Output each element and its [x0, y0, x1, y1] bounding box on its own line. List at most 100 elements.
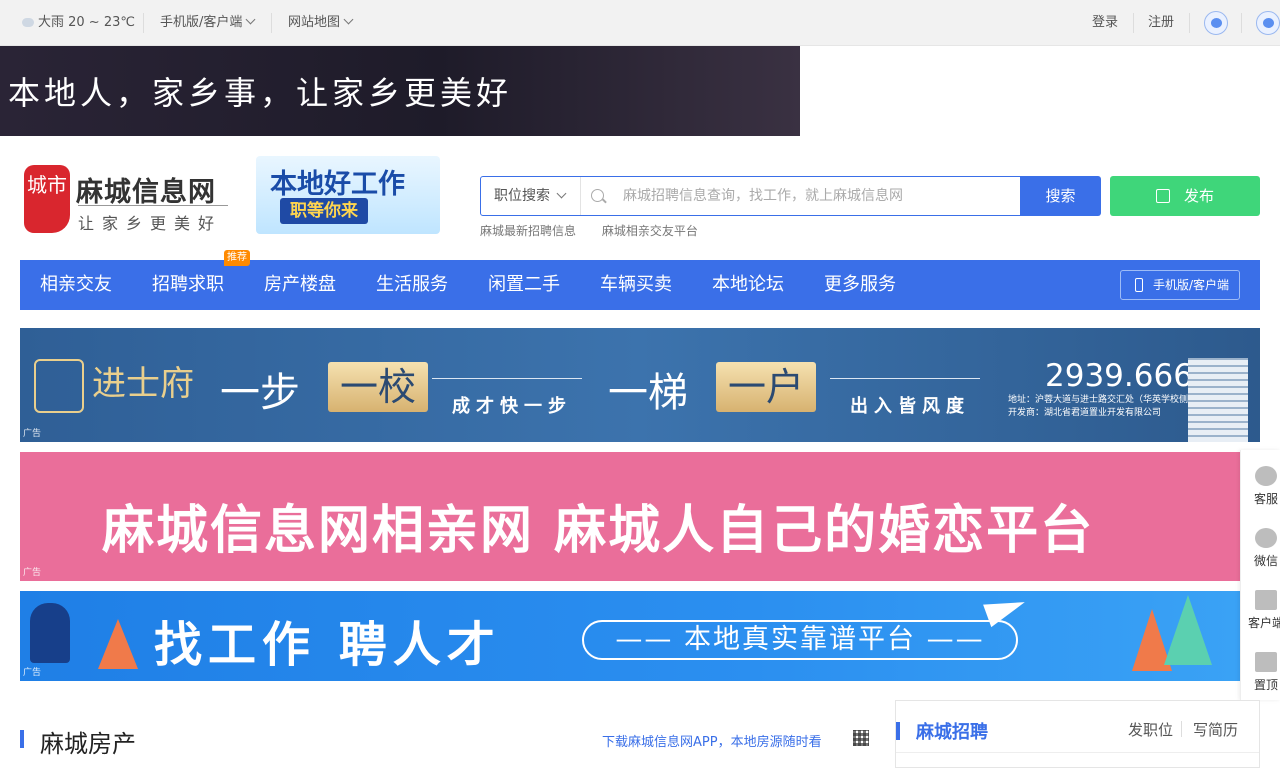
recommend-badge: 推荐: [224, 250, 250, 266]
edit-icon: [1156, 189, 1170, 203]
publish-button[interactable]: 发布: [1110, 176, 1260, 216]
nav-item-secondhand[interactable]: 闲置二手: [488, 260, 560, 310]
building-image: [1188, 358, 1248, 442]
publish-label: 发布: [1184, 187, 1215, 205]
ad-slogan-word: 一步: [220, 370, 300, 416]
chevron-down-icon: [343, 14, 354, 25]
mobile-client-label: 手机版/客户端: [1153, 278, 1230, 292]
side-toolbar: 客服 微信 客户端 置顶: [1240, 450, 1280, 700]
ad-developer-line: 开发商：湖北省君道置业开发有限公司: [1008, 408, 1162, 418]
divider: [1181, 721, 1182, 737]
side-tool-label: 微信: [1254, 554, 1279, 568]
chevron-down-icon: [245, 14, 256, 25]
sitemap-label: 网站地图: [288, 15, 341, 30]
login-link[interactable]: 登录: [1092, 0, 1118, 46]
site-name[interactable]: 麻城信息网: [76, 170, 216, 209]
wechat-icon: [1255, 528, 1277, 548]
chevron-down-icon: [556, 188, 567, 199]
weather-widget[interactable]: 大雨 20 ~ 23℃: [22, 0, 135, 46]
job-badge-subtitle: 职等你来: [280, 198, 368, 224]
ad-divider: [432, 378, 582, 379]
divider: [271, 13, 272, 33]
top-bar: 大雨 20 ~ 23℃ 手机版/客户端 网站地图 登录 注册: [0, 0, 1280, 46]
panel-divider: [896, 752, 1259, 753]
phone-icon: [1135, 278, 1143, 292]
job-promo-badge[interactable]: 本地好工作 职等你来: [256, 156, 440, 234]
quick-link[interactable]: 麻城相亲交友平台: [602, 224, 698, 238]
ad-slogan-sub: 出入皆风度: [850, 396, 970, 417]
nav-item-more[interactable]: 更多服务: [824, 260, 896, 310]
nav-item-life-services[interactable]: 生活服务: [376, 260, 448, 310]
ad-slogan-highlight: 一户: [716, 362, 817, 412]
register-link[interactable]: 注册: [1148, 0, 1174, 46]
person-illustration: [30, 603, 70, 663]
qr-code-icon[interactable]: [853, 730, 869, 746]
nav-item-vehicles[interactable]: 车辆买卖: [600, 260, 672, 310]
ad-divider: [830, 378, 980, 379]
logo-divider: [78, 205, 228, 206]
dating-ad-text: 麻城信息网相亲网 麻城人自己的婚恋平台: [102, 501, 1095, 561]
jobs-ad-headline: 找工作 聘人才: [154, 617, 501, 673]
mobile-app-link[interactable]: 手机版/客户端: [160, 0, 256, 46]
ad-tag: 广告: [23, 668, 42, 678]
customer-service-icon: [1255, 466, 1277, 486]
recruit-panel: 麻城招聘 发职位 写简历: [895, 700, 1260, 768]
quick-links: 麻城最新招聘信息 麻城相亲交友平台: [480, 222, 720, 239]
search-button[interactable]: 搜索: [1020, 176, 1101, 216]
nav-item-dating[interactable]: 相亲交友: [40, 260, 112, 310]
app-client-button[interactable]: 客户端: [1241, 574, 1280, 636]
sitemap-link[interactable]: 网站地图: [288, 0, 354, 46]
nav-item-jobs[interactable]: 招聘求职: [152, 260, 224, 310]
nav-item-realestate[interactable]: 房产楼盘: [264, 260, 336, 310]
jobs-ad-banner[interactable]: 找工作 聘人才 —— 本地真实靠谱平台 —— 广告: [20, 591, 1240, 681]
ad-address: 地址：沪蓉大道与进士路交汇处（华英学校侧门旁） 开发商：湖北省君道置业开发有限公…: [1008, 394, 1215, 420]
tree-illustration: [98, 619, 138, 669]
post-job-link[interactable]: 发职位: [1128, 719, 1173, 740]
top-banner[interactable]: 本地人，家乡事，让家乡更美好: [0, 46, 800, 136]
logo-mark[interactable]: 城市: [24, 165, 70, 233]
back-to-top-button[interactable]: 置顶: [1241, 636, 1280, 698]
divider: [1189, 13, 1190, 33]
wechat-icon[interactable]: [1204, 11, 1228, 35]
arrow-up-icon: [1255, 652, 1277, 672]
estate-brand: 进士府: [34, 356, 214, 416]
nav-item-forum[interactable]: 本地论坛: [712, 260, 784, 310]
estate-brand-name: 进士府: [92, 364, 194, 404]
search-type-label: 职位搜索: [494, 188, 550, 204]
customer-service-button[interactable]: 客服: [1241, 450, 1280, 512]
realestate-section-title[interactable]: 麻城房产: [40, 724, 136, 759]
search-icon: [591, 189, 604, 202]
qr-code-icon: [1255, 590, 1277, 610]
dating-ad-banner[interactable]: 麻城信息网相亲网 麻城人自己的婚恋平台 广告: [20, 452, 1240, 581]
jobs-ad-tagline: —— 本地真实靠谱平台 ——: [582, 620, 1018, 660]
wechat-button[interactable]: 微信: [1241, 512, 1280, 574]
estate-emblem-icon: [34, 359, 84, 413]
download-app-link[interactable]: 下载麻城信息网APP，本地房源随时看: [602, 731, 822, 750]
side-tool-label: 客户端: [1248, 616, 1280, 630]
tree-illustration: [1164, 595, 1212, 665]
panel-accent-bar: [896, 722, 900, 740]
mobile-client-button[interactable]: 手机版/客户端: [1120, 270, 1240, 300]
ad-address-line: 地址：沪蓉大道与进士路交汇处（华英学校侧门旁）: [1008, 395, 1216, 405]
paper-plane-icon: [983, 591, 1029, 628]
side-tool-label: 客服: [1254, 492, 1279, 506]
quick-link[interactable]: 麻城最新招聘信息: [480, 224, 576, 238]
realestate-ad-banner[interactable]: 进士府 一步 一校 成才快一步 一梯 一户 出入皆风度 2939.666 地址：…: [20, 328, 1260, 442]
ad-tag: 广告: [23, 429, 42, 439]
side-tool-label: 置顶: [1254, 678, 1279, 692]
ad-tag: 广告: [23, 568, 42, 578]
divider: [1241, 13, 1242, 33]
recruit-panel-title[interactable]: 麻城招聘: [916, 718, 988, 744]
main-nav: 相亲交友 招聘求职 房产楼盘 生活服务 闲置二手 车辆买卖 本地论坛 更多服务 …: [20, 260, 1260, 310]
search-input[interactable]: [623, 177, 1013, 215]
mobile-app-label: 手机版/客户端: [160, 15, 243, 30]
ad-slogan-highlight: 一校: [328, 362, 429, 412]
section-accent-bar: [20, 730, 24, 748]
ad-phone-number: 2939.666: [1045, 358, 1193, 394]
qq-icon[interactable]: [1256, 11, 1280, 35]
search-type-select[interactable]: 职位搜索: [481, 177, 581, 215]
top-banner-text: 本地人，家乡事，让家乡更美好: [8, 74, 513, 112]
site-slogan: 让家乡更美好: [78, 214, 223, 233]
ad-slogan-word: 一梯: [608, 370, 688, 416]
write-resume-link[interactable]: 写简历: [1193, 719, 1238, 740]
